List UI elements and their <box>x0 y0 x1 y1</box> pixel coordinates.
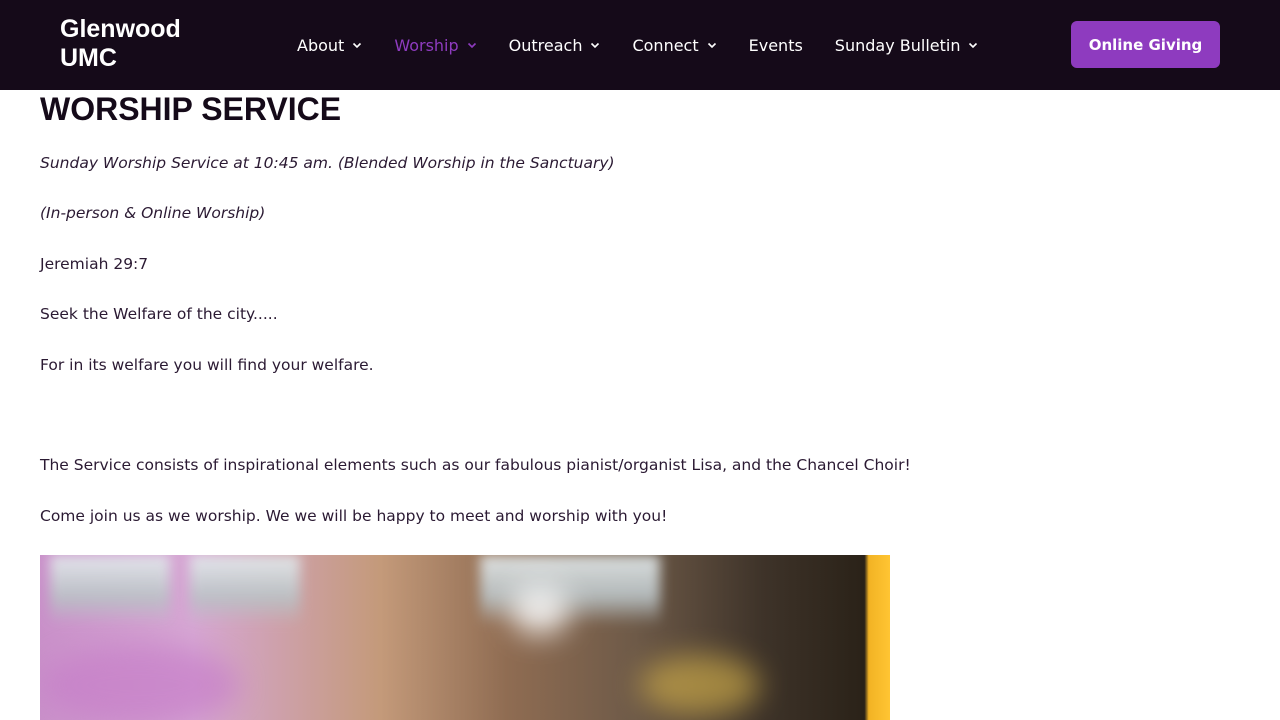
site-logo[interactable]: Glenwood UMC <box>60 15 220 73</box>
nav-outreach[interactable]: Outreach <box>509 36 601 55</box>
online-giving-button[interactable]: Online Giving <box>1071 21 1220 68</box>
site-header: Glenwood UMC About Worship Outreach Conn… <box>0 0 1280 90</box>
nav-worship[interactable]: Worship <box>394 36 476 55</box>
nav-events[interactable]: Events <box>749 36 803 55</box>
service-description: The Service consists of inspirational el… <box>40 456 911 474</box>
nav-label: Events <box>748 35 803 55</box>
photo-pink-light <box>40 645 240 720</box>
page-title: WORSHIP SERVICE <box>40 91 342 127</box>
photo-window-left-center <box>190 555 300 625</box>
nav-label: Sunday Bulletin <box>834 35 961 55</box>
nav-sunday-bulletin[interactable]: Sunday Bulletin <box>835 36 979 55</box>
service-time-text: Sunday Worship Service at 10:45 am. (Ble… <box>40 154 615 172</box>
chevron-down-icon <box>707 40 717 50</box>
scripture-line-1: Seek the Welfare of the city..... <box>40 305 278 323</box>
photo-window-center <box>480 555 660 625</box>
invitation-text: Come join us as we worship. We we will b… <box>40 507 668 525</box>
photo-light <box>510 585 570 635</box>
photo-glow <box>640 655 760 715</box>
chevron-down-icon <box>467 40 477 50</box>
nav-label: About <box>297 35 345 55</box>
nav-label: Worship <box>394 35 459 55</box>
main-nav: About Worship Outreach Connect Events Su… <box>297 0 978 90</box>
chevron-down-icon <box>352 40 362 50</box>
scripture-reference: Jeremiah 29:7 <box>40 255 149 273</box>
nav-about[interactable]: About <box>297 36 362 55</box>
chevron-down-icon <box>968 40 978 50</box>
nav-label: Outreach <box>508 35 583 55</box>
nav-connect[interactable]: Connect <box>632 36 716 55</box>
scripture-line-2: For in its welfare you will find your we… <box>40 356 374 374</box>
worship-format-text: (In-person & Online Worship) <box>40 204 266 222</box>
nav-label: Connect <box>632 35 699 55</box>
chevron-down-icon <box>590 40 600 50</box>
photo-window-left <box>50 555 170 625</box>
sanctuary-photo <box>40 555 890 720</box>
